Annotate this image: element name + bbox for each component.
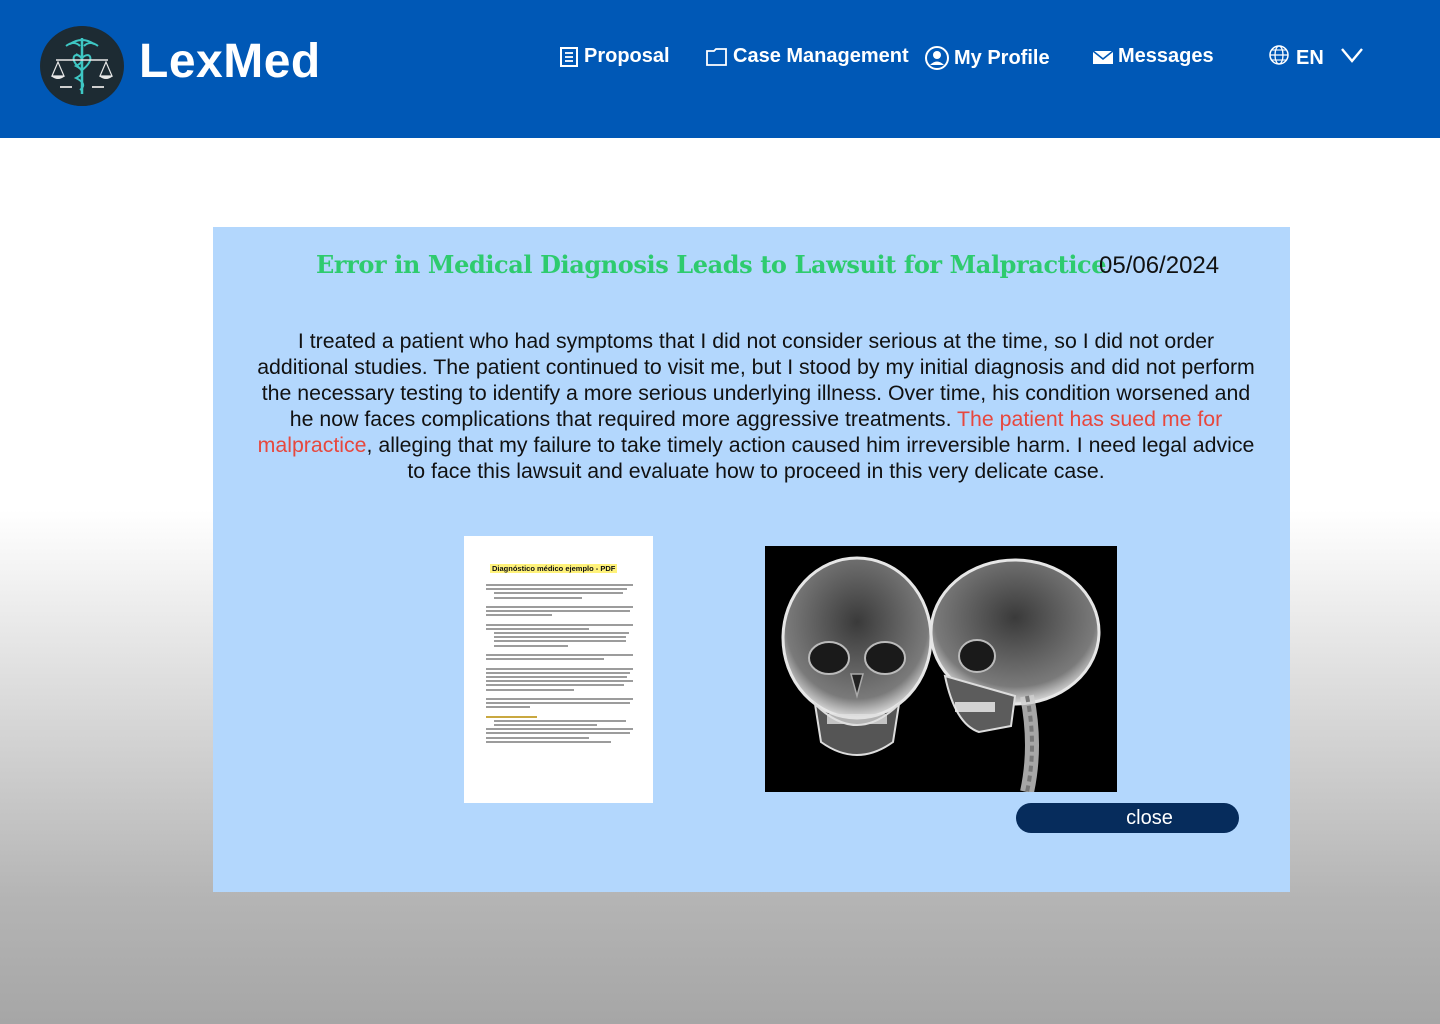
nav-messages-label: Messages: [1118, 45, 1214, 67]
brand-name[interactable]: LexMed: [139, 34, 321, 89]
case-description: I treated a patient who had symptoms tha…: [255, 328, 1257, 484]
user-circle-icon: [924, 45, 950, 71]
nav-my-profile[interactable]: My Profile: [924, 45, 1050, 71]
caduceus-scales-logo-icon[interactable]: [40, 26, 124, 106]
document-attachment-thumbnail[interactable]: Diagnóstico médico ejemplo - PDF: [464, 536, 653, 803]
chevron-down-icon: [1340, 46, 1364, 70]
document-attachment-title: Diagnóstico médico ejemplo - PDF: [490, 564, 618, 573]
document-icon: [558, 46, 580, 68]
globe-icon: [1268, 44, 1290, 72]
case-detail-modal: [213, 227, 1290, 892]
envelope-icon: [1092, 48, 1114, 66]
folder-icon: [705, 46, 729, 68]
nav-proposal[interactable]: Proposal: [558, 45, 670, 68]
language-value: EN: [1296, 46, 1324, 69]
nav-my-profile-label: My Profile: [954, 46, 1050, 69]
language-selector[interactable]: EN: [1268, 44, 1364, 72]
close-button[interactable]: close: [1016, 803, 1239, 833]
nav-case-management-label: Case Management: [733, 45, 909, 67]
nav-case-management[interactable]: Case Management: [705, 45, 909, 68]
nav-messages[interactable]: Messages: [1092, 45, 1214, 68]
skull-xray-image[interactable]: [765, 546, 1117, 792]
description-text-post: , alleging that my failure to take timel…: [366, 433, 1255, 483]
nav-proposal-label: Proposal: [584, 45, 670, 67]
top-navbar: LexMed Proposal Case Management My Profi…: [0, 0, 1440, 138]
document-text-lines: [486, 584, 633, 743]
case-title: Error in Medical Diagnosis Leads to Laws…: [316, 250, 1107, 279]
case-date: 05/06/2024: [1099, 252, 1220, 279]
